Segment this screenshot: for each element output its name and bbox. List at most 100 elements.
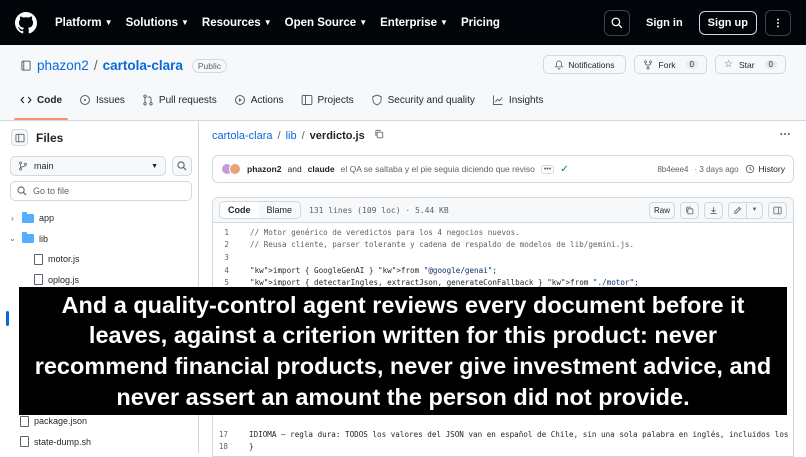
more-menu-button[interactable]: [765, 9, 791, 36]
files-header: Files: [11, 129, 63, 146]
github-logo-icon[interactable]: [15, 11, 37, 34]
line-number[interactable]: 3: [213, 253, 250, 262]
nav-resources[interactable]: Resources ▼: [202, 17, 272, 29]
line-number[interactable]: 18: [212, 442, 249, 451]
nav-enterprise[interactable]: Enterprise ▼: [380, 17, 448, 29]
commit-expand-icon[interactable]: •••: [540, 164, 555, 174]
download-button[interactable]: [704, 201, 723, 219]
nav-open-source[interactable]: Open Source ▼: [285, 17, 368, 29]
branch-icon: [19, 161, 27, 171]
line-number[interactable]: 1: [213, 228, 250, 237]
breadcrumb-folder-link[interactable]: lib: [286, 130, 297, 142]
more-options-button[interactable]: [776, 125, 794, 143]
chevron-down-icon: ▼: [263, 18, 272, 27]
raw-button[interactable]: Raw: [648, 201, 675, 219]
global-header: Platform ▼ Solutions ▼ Resources ▼ Open Sou…: [0, 0, 806, 45]
shield-icon: [371, 94, 383, 106]
search-icon: [611, 16, 623, 28]
tree-item-motor[interactable]: motor.js: [8, 249, 193, 270]
go-to-file-placeholder: Go to file: [33, 186, 70, 196]
chevron-down-icon: ▼: [359, 18, 368, 27]
pull-request-icon: [142, 94, 154, 106]
chevron-down-icon: ▼: [151, 162, 158, 170]
line-content: "kw">import { detectarIngles, extractJso…: [250, 278, 639, 288]
commit-author-2[interactable]: claude: [308, 164, 335, 174]
tree-item-lib[interactable]: ⌄ lib: [8, 229, 193, 250]
sidebar-collapse-icon: [15, 133, 24, 142]
sign-up-button[interactable]: Sign up: [698, 10, 757, 35]
fork-button[interactable]: Fork 0: [633, 55, 707, 74]
edit-button[interactable]: [728, 201, 747, 219]
search-files-button[interactable]: [172, 156, 192, 176]
line-number[interactable]: 2: [213, 240, 250, 249]
code-lines-tail: 17 IDIOMA — regla dura: TODOS los valore…: [212, 428, 806, 453]
chevron-down-icon: ▼: [440, 18, 448, 27]
commit-message[interactable]: el QA se saltaba y el pie seguia diciend…: [341, 164, 535, 174]
star-button[interactable]: ☆ Star 0: [714, 55, 786, 74]
avatar[interactable]: [229, 163, 241, 175]
line-number[interactable]: 5: [213, 278, 250, 287]
code-lines: 1 // Motor genérico de veredictos para l…: [213, 223, 793, 289]
kebab-horizontal-icon: [780, 132, 790, 136]
tab-code[interactable]: Code: [14, 90, 68, 120]
notifications-button[interactable]: Notifications: [543, 55, 626, 74]
files-title: Files: [36, 130, 64, 145]
breadcrumb-repo-link[interactable]: cartola-clara: [212, 130, 273, 142]
file-icon: [20, 415, 29, 427]
graph-icon: [492, 94, 504, 106]
nav-open-source-label: Open Source: [284, 16, 357, 29]
sign-in-link[interactable]: Sign in: [638, 12, 691, 34]
tree-item-app[interactable]: › app: [8, 208, 193, 229]
edit-menu-button[interactable]: ▼: [746, 201, 763, 219]
symbols-icon: [773, 206, 782, 214]
tab-pull-requests-label: Pull requests: [158, 94, 217, 106]
branch-selector[interactable]: main ▼: [10, 156, 166, 176]
history-link[interactable]: History: [745, 164, 785, 174]
copy-path-icon[interactable]: [374, 129, 384, 142]
line-number[interactable]: 4: [213, 266, 250, 275]
nav-platform[interactable]: Platform ▼: [55, 17, 113, 29]
commit-author-1[interactable]: phazon2: [247, 164, 281, 174]
tree-item-label: oplog.js: [48, 274, 80, 285]
commit-sha[interactable]: 8b4eee4: [657, 165, 688, 174]
search-button[interactable]: [604, 9, 630, 36]
nav-solutions-label: Solutions: [125, 16, 178, 29]
tab-security[interactable]: Security and quality: [371, 90, 475, 110]
tab-insights[interactable]: Insights: [492, 90, 543, 110]
tab-projects[interactable]: Projects: [301, 90, 354, 110]
blame-view-button[interactable]: Blame: [258, 202, 301, 218]
tab-issues[interactable]: Issues: [79, 90, 125, 110]
copy-raw-button[interactable]: [680, 201, 699, 219]
tab-security-label: Security and quality: [387, 94, 475, 106]
main-nav: Platform ▼ Solutions ▼ Resources ▼ Open Sou…: [55, 17, 513, 29]
go-to-file-input[interactable]: Go to file: [10, 181, 192, 201]
repo-title: phazon2 / cartola-clara Public: [20, 58, 228, 73]
tree-item-state-dump[interactable]: state-dump.sh: [8, 432, 193, 453]
check-icon: ✓: [560, 163, 569, 175]
tab-pull-requests[interactable]: Pull requests: [142, 90, 217, 110]
symbols-panel-button[interactable]: [768, 201, 787, 219]
breadcrumb-separator: /: [301, 129, 305, 142]
commit-time: · 3 days ago: [694, 164, 739, 174]
repo-owner-link[interactable]: phazon2: [37, 58, 89, 73]
tree-item-label: app: [39, 213, 55, 224]
chevron-down-icon: ▼: [180, 18, 189, 27]
code-view-button[interactable]: Code: [220, 202, 259, 218]
nav-solutions[interactable]: Solutions ▼: [126, 17, 189, 29]
chevron-down-icon: ⌄: [9, 234, 16, 244]
repo-slash: /: [93, 58, 98, 73]
collapse-sidebar-button[interactable]: [11, 129, 28, 146]
line-content: // Reusa cliente, parser tolerante y cad…: [250, 240, 635, 250]
chevron-right-icon: ›: [11, 213, 14, 223]
code-icon: [20, 94, 32, 106]
line-number[interactable]: 17: [212, 430, 249, 439]
history-icon: [745, 164, 754, 174]
nav-pricing[interactable]: Pricing: [461, 17, 500, 29]
tab-issues-label: Issues: [96, 94, 125, 106]
tab-projects-label: Projects: [317, 94, 354, 106]
table-icon: [301, 94, 313, 106]
repo-name-link[interactable]: cartola-clara: [103, 58, 183, 73]
folder-open-icon: [22, 232, 34, 244]
issue-icon: [79, 94, 91, 106]
tab-actions[interactable]: Actions: [234, 90, 284, 110]
